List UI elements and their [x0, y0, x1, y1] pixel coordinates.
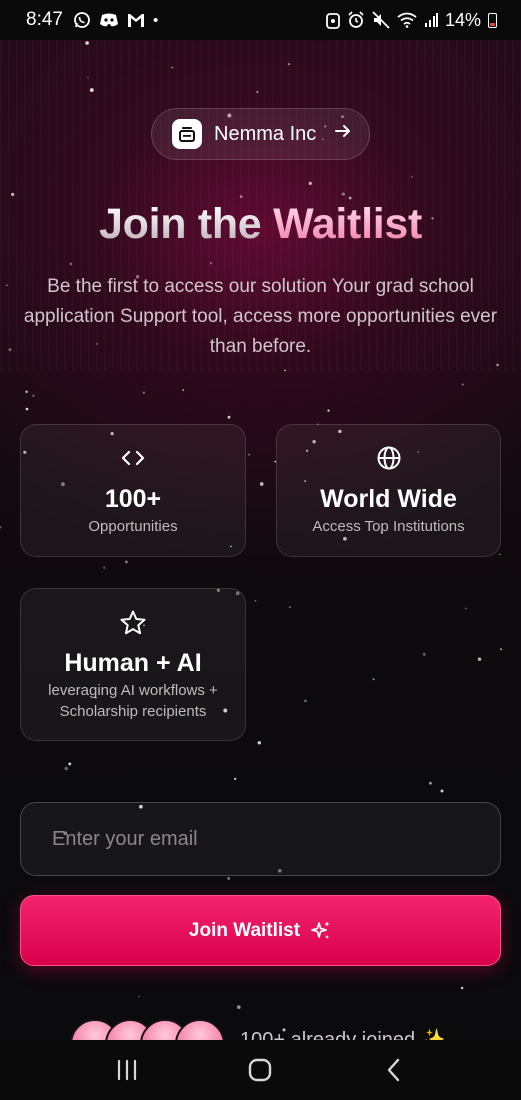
home-button[interactable]	[230, 1050, 290, 1090]
code-icon	[21, 445, 245, 471]
title-part-2: Waitlist	[273, 200, 422, 248]
gmail-icon	[127, 13, 144, 27]
brand-name: Nemma Inc	[214, 122, 317, 145]
notification-dot-icon: •	[152, 11, 159, 29]
recent-apps-icon	[117, 1059, 136, 1081]
home-icon	[249, 1058, 272, 1082]
feature-description: leveraging AI workflows + Scholarship re…	[48, 682, 218, 720]
signal-icon	[424, 13, 438, 27]
mute-icon	[372, 11, 390, 29]
email-input[interactable]	[20, 802, 501, 876]
sparkles-icon	[311, 921, 330, 939]
globe-icon	[277, 445, 500, 471]
discord-icon	[99, 13, 118, 27]
battery-icon	[488, 12, 497, 28]
feature-description: Opportunities	[88, 518, 178, 535]
arrow-right-icon	[334, 122, 352, 146]
wifi-icon	[397, 12, 417, 28]
recent-apps-button[interactable]	[97, 1050, 157, 1090]
brand-pill[interactable]: Nemma Inc	[151, 108, 370, 160]
feature-title: 100+	[104, 485, 162, 513]
page-title: Join the Waitlist	[0, 200, 521, 249]
feature-card-opportunities: 100+ Opportunities	[20, 424, 246, 557]
join-waitlist-button[interactable]: Join Waitlist	[20, 895, 501, 966]
feature-title: Human + AI	[64, 649, 202, 677]
social-proof: 100+ already joined ✨	[70, 1015, 490, 1040]
status-time: 8:47	[26, 9, 63, 30]
feature-title: World Wide	[320, 485, 457, 513]
feature-description: Access Top Institutions	[312, 518, 465, 535]
joined-count-text: 100+ already joined ✨	[240, 1029, 446, 1040]
alarm-icon	[348, 11, 364, 28]
avatar	[175, 1019, 225, 1040]
back-icon	[387, 1058, 400, 1082]
title-part-1: Join the	[98, 200, 262, 248]
back-button[interactable]	[364, 1050, 424, 1090]
brand-logo-icon	[172, 119, 202, 149]
vpn-icon	[326, 13, 340, 29]
feature-card-human-ai: Human + AI leveraging AI workflows + Sch…	[20, 588, 246, 741]
page-subtitle: Be the first to access our solution Your…	[23, 276, 498, 357]
system-nav-bar	[0, 1040, 521, 1100]
whatsapp-icon	[74, 12, 90, 28]
feature-card-world-wide: World Wide Access Top Institutions	[276, 424, 501, 557]
battery-percent: 14%	[444, 9, 481, 30]
join-waitlist-label: Join Waitlist	[188, 919, 301, 941]
star-icon	[21, 609, 245, 637]
status-bar: 8:47 • 14%	[0, 0, 521, 40]
